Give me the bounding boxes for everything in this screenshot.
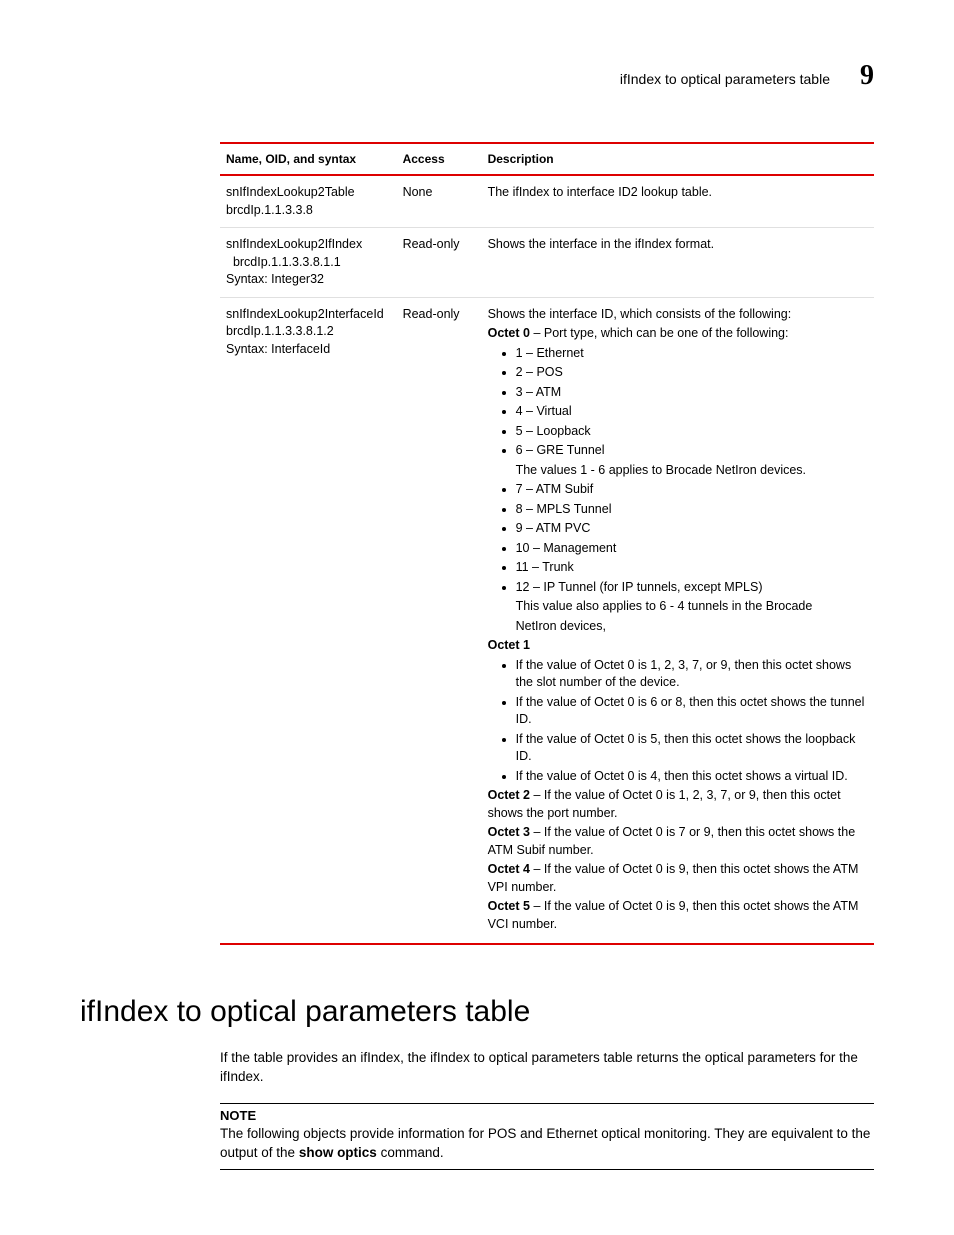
oid-name: snIfIndexLookup2IfIndex xyxy=(226,236,391,254)
list-item: 3 – ATM xyxy=(516,384,868,402)
table-row: snIfIndexLookup2IfIndex brcdIp.1.1.3.3.8… xyxy=(220,228,874,298)
octet0-note1: The values 1 - 6 applies to Brocade NetI… xyxy=(516,462,868,480)
octet0-tail: – Port type, which can be one of the fol… xyxy=(530,326,789,340)
octet0-list2: 7 – ATM Subif 8 – MPLS Tunnel 9 – ATM PV… xyxy=(488,481,868,596)
octet3-tail: – If the value of Octet 0 is 7 or 9, the… xyxy=(488,825,856,857)
list-item: 9 – ATM PVC xyxy=(516,520,868,538)
desc-intro: Shows the interface ID, which consists o… xyxy=(488,306,868,324)
header-title: ifIndex to optical parameters table xyxy=(620,71,830,87)
list-item: 10 – Management xyxy=(516,540,868,558)
col-header-name: Name, OID, and syntax xyxy=(220,143,397,175)
list-item: 7 – ATM Subif xyxy=(516,481,868,499)
note-title: NOTE xyxy=(220,1108,874,1123)
octet2-tail: – If the value of Octet 0 is 1, 2, 3, 7,… xyxy=(488,788,841,820)
note-body: The following objects provide informatio… xyxy=(220,1125,874,1163)
list-item: If the value of Octet 0 is 6 or 8, then … xyxy=(516,694,868,729)
page-header: ifIndex to optical parameters table 9 xyxy=(80,60,874,92)
mib-table: Name, OID, and syntax Access Description… xyxy=(220,142,874,945)
chapter-number: 9 xyxy=(860,60,874,92)
octet2-line: Octet 2 – If the value of Octet 0 is 1, … xyxy=(488,787,868,822)
oid-path: brcdIp.1.1.3.3.8 xyxy=(226,202,391,220)
octet4-line: Octet 4 – If the value of Octet 0 is 9, … xyxy=(488,861,868,896)
octet1-label-line: Octet 1 xyxy=(488,637,868,655)
cell-name: snIfIndexLookup2IfIndex brcdIp.1.1.3.3.8… xyxy=(220,228,397,298)
oid-path: brcdIp.1.1.3.3.8.1.1 xyxy=(226,254,391,272)
note-body-bold: show optics xyxy=(299,1145,377,1160)
list-item: 6 – GRE Tunnel xyxy=(516,442,868,460)
oid-name: snIfIndexLookup2Table xyxy=(226,184,391,202)
octet2-label: Octet 2 xyxy=(488,788,530,802)
cell-desc: Shows the interface ID, which consists o… xyxy=(482,297,874,944)
cell-desc: The ifIndex to interface ID2 lookup tabl… xyxy=(482,175,874,228)
octet5-line: Octet 5 – If the value of Octet 0 is 9, … xyxy=(488,898,868,933)
list-item: If the value of Octet 0 is 5, then this … xyxy=(516,731,868,766)
col-header-desc: Description xyxy=(482,143,874,175)
mib-table-container: Name, OID, and syntax Access Description… xyxy=(220,142,874,945)
octet4-label: Octet 4 xyxy=(488,862,530,876)
oid-syntax: Syntax: Integer32 xyxy=(226,271,391,289)
octet5-tail: – If the value of Octet 0 is 9, then thi… xyxy=(488,899,859,931)
section-paragraph: If the table provides an ifIndex, the if… xyxy=(220,1049,874,1087)
octet5-label: Octet 5 xyxy=(488,899,530,913)
oid-syntax: Syntax: InterfaceId xyxy=(226,341,391,359)
note-body-post: command. xyxy=(377,1145,444,1160)
list-item: If the value of Octet 0 is 4, then this … xyxy=(516,768,868,786)
list-item: 1 – Ethernet xyxy=(516,345,868,363)
oid-path: brcdIp.1.1.3.3.8.1.2 xyxy=(226,323,391,341)
octet3-line: Octet 3 – If the value of Octet 0 is 7 o… xyxy=(488,824,868,859)
list-item: 8 – MPLS Tunnel xyxy=(516,501,868,519)
octet0-note2a: This value also applies to 6 - 4 tunnels… xyxy=(516,598,868,616)
octet1-label: Octet 1 xyxy=(488,638,530,652)
cell-name: snIfIndexLookup2InterfaceId brcdIp.1.1.3… xyxy=(220,297,397,944)
list-item: 2 – POS xyxy=(516,364,868,382)
cell-access: None xyxy=(397,175,482,228)
list-item: 11 – Trunk xyxy=(516,559,868,577)
list-item: 5 – Loopback xyxy=(516,423,868,441)
octet0-note2b: NetIron devices, xyxy=(516,618,868,636)
col-header-access: Access xyxy=(397,143,482,175)
list-item: If the value of Octet 0 is 1, 2, 3, 7, o… xyxy=(516,657,868,692)
octet0-list1: 1 – Ethernet 2 – POS 3 – ATM 4 – Virtual… xyxy=(488,345,868,460)
cell-desc: Shows the interface in the ifIndex forma… xyxy=(482,228,874,298)
octet0-label: Octet 0 xyxy=(488,326,530,340)
list-item: 4 – Virtual xyxy=(516,403,868,421)
cell-access: Read-only xyxy=(397,228,482,298)
octet3-label: Octet 3 xyxy=(488,825,530,839)
octet1-list: If the value of Octet 0 is 1, 2, 3, 7, o… xyxy=(488,657,868,786)
oid-name: snIfIndexLookup2InterfaceId xyxy=(226,306,391,324)
note-block: NOTE The following objects provide infor… xyxy=(220,1103,874,1170)
cell-access: Read-only xyxy=(397,297,482,944)
octet0-line: Octet 0 – Port type, which can be one of… xyxy=(488,325,868,343)
octet4-tail: – If the value of Octet 0 is 9, then thi… xyxy=(488,862,859,894)
table-header-row: Name, OID, and syntax Access Description xyxy=(220,143,874,175)
section-heading: ifIndex to optical parameters table xyxy=(80,995,874,1029)
list-item: 12 – IP Tunnel (for IP tunnels, except M… xyxy=(516,579,868,597)
table-row: snIfIndexLookup2InterfaceId brcdIp.1.1.3… xyxy=(220,297,874,944)
cell-name: snIfIndexLookup2Table brcdIp.1.1.3.3.8 xyxy=(220,175,397,228)
table-row: snIfIndexLookup2Table brcdIp.1.1.3.3.8 N… xyxy=(220,175,874,228)
